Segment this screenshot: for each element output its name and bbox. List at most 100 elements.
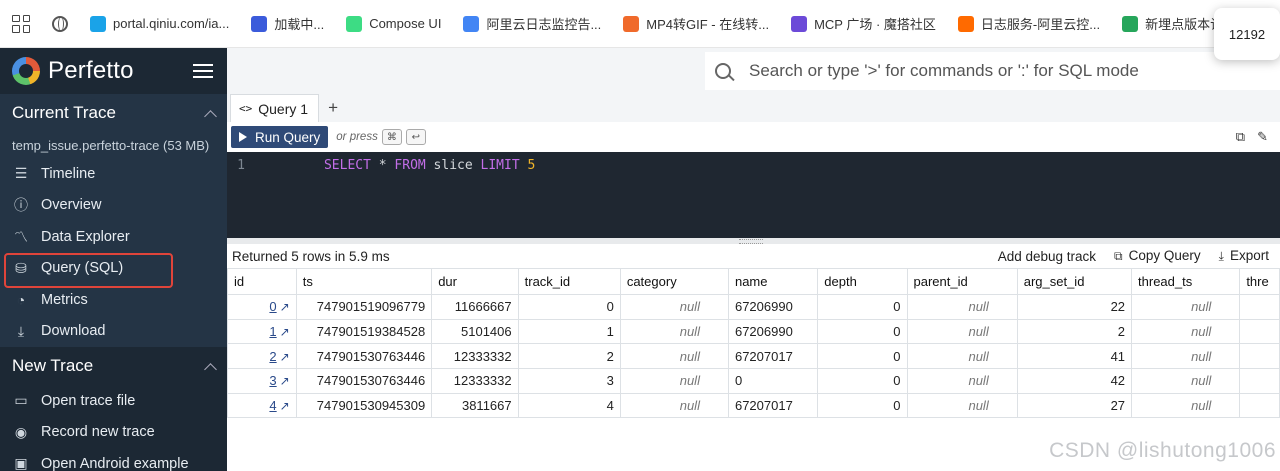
open-link-icon[interactable]: ↗ [280, 300, 290, 314]
new-trace-section: New Trace ▭ Open trace file ◉ Record new tr… [0, 347, 227, 471]
sql-identifier: slice [425, 157, 481, 173]
bookmark-item[interactable]: portal.qiniu.com/ia... [90, 15, 229, 32]
watermark: CSDN @lishutong1006 [1049, 439, 1276, 462]
slice-id-link[interactable]: 2 [269, 349, 276, 364]
table-cell: 0 [727, 368, 819, 394]
table-cell[interactable]: 2 ↗ [227, 343, 297, 370]
sidebar: Perfetto Current Trace temp_issue.perfet… [0, 48, 227, 471]
sidebar-item-label: Record new trace [41, 424, 155, 441]
query-tabs: <> Query 1 + [227, 94, 1280, 122]
sql-keyword: LIMIT [480, 157, 520, 173]
trace-name: temp_issue.perfetto-trace (53 MB) [12, 137, 210, 153]
slice-id-link[interactable]: 0 [269, 299, 276, 314]
table-cell[interactable]: 3 ↗ [227, 368, 297, 394]
slice-id-link[interactable]: 4 [269, 398, 276, 413]
add-tab-button[interactable]: + [319, 94, 347, 122]
sidebar-item-data-explorer[interactable]: 〽 Data Explorer [0, 221, 227, 253]
column-header[interactable]: dur [431, 268, 519, 295]
slice-id-link[interactable]: 1 [269, 324, 276, 339]
results-bar: Returned 5 rows in 5.9 ms Add debug trac… [227, 244, 1280, 268]
table-cell: null [1131, 368, 1241, 394]
table-cell[interactable]: 1 ↗ [227, 318, 297, 345]
export-button[interactable]: ⤓ Export [1219, 248, 1269, 264]
edit-icon[interactable]: ✎ [1257, 129, 1268, 145]
table-row: 4 ↗ 747901530945309 3811667 4 null 67207017 0 nu… [227, 392, 1280, 419]
open-link-icon[interactable]: ↗ [280, 350, 290, 364]
favicon-icon [1122, 15, 1139, 32]
bookmark-item[interactable]: 加载中... [251, 14, 324, 33]
column-header[interactable]: category [619, 268, 729, 295]
column-header[interactable]: thre [1239, 268, 1280, 295]
sidebar-item-open-android-example[interactable]: ▣ Open Android example [0, 448, 227, 471]
table-cell: 1 [517, 318, 621, 345]
current-trace-header[interactable]: Current Trace [0, 94, 227, 132]
column-header[interactable]: thread_ts [1131, 268, 1241, 295]
column-header[interactable]: name [727, 268, 819, 295]
table-cell: 3811667 [431, 392, 519, 419]
open-link-icon[interactable]: ↗ [280, 325, 290, 339]
search-input[interactable]: Search or type '>' for commands or ':' f… [749, 61, 1139, 81]
column-header[interactable]: parent_id [906, 268, 1018, 295]
download-icon: ⤓ [17, 322, 25, 339]
copy-icon[interactable]: ⧉ [1236, 129, 1245, 145]
bookmark-item[interactable]: Compose UI [346, 15, 441, 32]
current-trace-title: Current Trace [12, 103, 116, 122]
favicon-icon [623, 15, 640, 32]
table-cell: 4 [517, 392, 621, 419]
table-cell[interactable]: 0 ↗ [227, 294, 297, 320]
sidebar-item-download[interactable]: ⤓ Download [0, 316, 227, 348]
folder-icon: ▭ [14, 392, 28, 409]
sidebar-item-open-trace-file[interactable]: ▭ Open trace file [0, 385, 227, 417]
favicon-icon [251, 15, 268, 32]
table-cell[interactable]: 4 ↗ [227, 392, 297, 419]
column-header[interactable]: depth [817, 268, 908, 295]
bookmark-item[interactable]: MCP 广场 · 魔搭社区 [791, 14, 936, 33]
favicon-icon [90, 15, 106, 32]
table-header-row: id ts dur track_id category name depth parent_i… [227, 268, 1280, 295]
bookmark-item[interactable]: 阿里云日志监控告... [463, 14, 601, 33]
sidebar-item-label: Download [41, 323, 106, 340]
menu-icon[interactable] [193, 64, 213, 78]
sidebar-item-metrics[interactable]: ◔ Metrics [0, 284, 227, 316]
or-press-hint: or press [336, 131, 378, 143]
current-trace-section: temp_issue.perfetto-trace (53 MB) ☰ Timel… [0, 132, 227, 347]
column-header[interactable]: ts [295, 268, 433, 295]
bookmark-item[interactable]: MP4转GIF - 在线转... [623, 14, 769, 33]
omnibox[interactable]: Search or type '>' for commands or ':' f… [705, 52, 1280, 90]
column-header[interactable]: id [227, 268, 297, 295]
table-cell: 67206990 [727, 294, 819, 320]
table-cell: null [619, 294, 729, 320]
favicon-icon [463, 15, 480, 32]
sql-keyword: SELECT [323, 157, 371, 173]
open-link-icon[interactable]: ↗ [280, 399, 290, 413]
open-link-icon[interactable]: ↗ [280, 374, 290, 388]
results-status: Returned 5 rows in 5.9 ms [232, 248, 390, 264]
bookmark-item[interactable]: 日志服务-阿里云控... [957, 14, 1100, 33]
chevron-up-icon[interactable] [204, 109, 217, 123]
chevron-up-icon[interactable] [204, 362, 217, 376]
speed-icon: ◔ [16, 291, 26, 308]
sql-editor[interactable]: 1 SELECT * FROM slice LIMIT 5 [227, 152, 1280, 238]
column-header[interactable]: arg_set_id [1016, 268, 1133, 295]
globe-icon[interactable] [52, 15, 68, 32]
android-icon: ▣ [14, 455, 28, 471]
add-debug-track-button[interactable]: Add debug track [998, 249, 1096, 264]
sidebar-item-timeline[interactable]: ☰ Timeline [0, 158, 227, 190]
popup-badge: 12192 [1214, 8, 1280, 60]
tab-query-1[interactable]: <> Query 1 [230, 94, 320, 122]
sidebar-item-record-new-trace[interactable]: ◉ Record new trace [0, 417, 227, 449]
table-cell: 12333332 [431, 368, 519, 394]
table-cell: null [906, 343, 1018, 370]
copy-query-button[interactable]: ⧉ Copy Query [1114, 248, 1201, 264]
slice-id-link[interactable]: 3 [269, 373, 276, 388]
new-trace-header[interactable]: New Trace [0, 347, 227, 385]
sidebar-item-query-sql[interactable]: ⛁ Query (SQL) [0, 252, 227, 287]
sidebar-item-overview[interactable]: ⓘ Overview [0, 190, 227, 222]
sql-number: 5 [519, 157, 536, 173]
table-cell: 2 [1016, 318, 1133, 345]
column-header[interactable]: track_id [517, 268, 621, 295]
record-icon: ◉ [14, 423, 28, 440]
apps-grid-icon[interactable] [12, 14, 30, 33]
table-cell: null [906, 368, 1018, 394]
table-cell: 747901519096779 [295, 294, 433, 320]
